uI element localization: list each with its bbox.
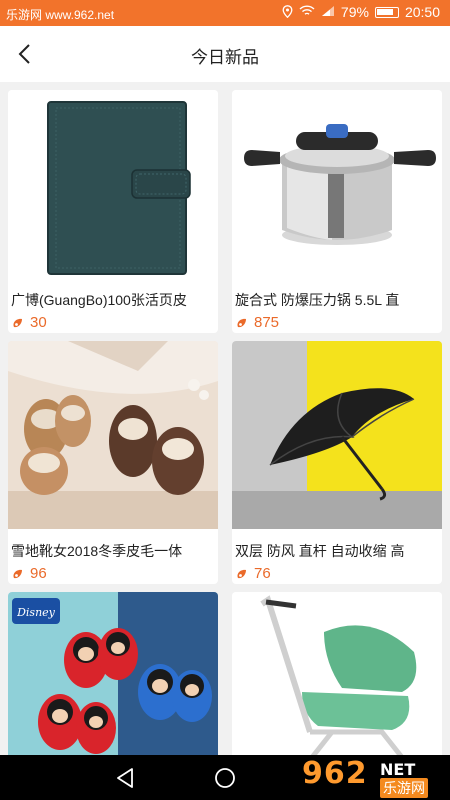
watermark-text: 乐游网 www.962.net	[6, 8, 115, 22]
clock: 20:50	[404, 4, 440, 20]
system-nav-bar: 962 NET 乐游网	[0, 755, 450, 800]
product-price: 96	[30, 565, 47, 582]
product-price: 875	[254, 314, 280, 331]
nav-back-button[interactable]	[112, 765, 138, 791]
product-card[interactable]: Disney	[8, 592, 218, 755]
battery-icon	[374, 6, 399, 18]
disney-logo-text: Disney	[16, 606, 56, 619]
product-image-snow-boots	[8, 341, 218, 529]
product-card[interactable]	[232, 592, 442, 755]
product-name: 旋合式 防爆压力锅 5.5L 直	[235, 292, 400, 308]
circle-home-icon	[215, 768, 235, 788]
product-name: 雪地靴女2018冬季皮毛一体	[11, 543, 183, 559]
product-name: 双层 防风 直杆 自动收缩 高	[235, 543, 405, 559]
product-image-slippers: Disney	[8, 592, 218, 755]
coin-icon	[237, 569, 246, 578]
coin-icon	[13, 569, 22, 578]
price-row: 96	[12, 565, 47, 582]
wifi-icon	[299, 5, 315, 19]
battery-percent: 79%	[340, 4, 369, 20]
logo-962-text: 962	[302, 756, 368, 791]
product-image-pressure-cooker	[232, 90, 442, 278]
product-card[interactable]: 广博(GuangBo)100张活页皮 30	[8, 90, 218, 333]
product-name: 广博(GuangBo)100张活页皮	[11, 292, 187, 308]
status-icons: 79% 20:50	[282, 4, 440, 20]
coin-icon	[13, 318, 22, 327]
triangle-back-icon	[117, 768, 133, 788]
product-price: 76	[254, 565, 271, 582]
product-image-notebook	[8, 90, 218, 278]
product-card[interactable]: 双层 防风 直杆 自动收缩 高 76	[232, 341, 442, 584]
product-grid: 广博(GuangBo)100张活页皮 30 旋合式 防爆压力锅 5.5L 直 8…	[0, 82, 450, 755]
product-card[interactable]: 雪地靴女2018冬季皮毛一体 96	[8, 341, 218, 584]
product-image-umbrella	[232, 341, 442, 529]
price-row: 76	[236, 565, 271, 582]
product-image-stroller	[232, 592, 442, 755]
price-row: 30	[12, 314, 47, 331]
nav-home-button[interactable]	[212, 765, 238, 791]
logo-cn-text: 乐游网	[380, 778, 428, 798]
product-price: 30	[30, 314, 47, 331]
coin-icon	[237, 318, 246, 327]
status-bar: 乐游网 www.962.net 79% 20:50	[0, 0, 450, 26]
logo-net-text: NET	[380, 760, 416, 779]
header: 今日新品	[0, 26, 450, 82]
watermark-logo: 962 NET 乐游网	[302, 756, 442, 798]
signal-icon	[321, 5, 335, 19]
page-title: 今日新品	[191, 48, 259, 67]
location-icon	[282, 4, 293, 20]
price-row: 875	[236, 314, 279, 331]
product-card[interactable]: 旋合式 防爆压力锅 5.5L 直 875	[232, 90, 442, 333]
